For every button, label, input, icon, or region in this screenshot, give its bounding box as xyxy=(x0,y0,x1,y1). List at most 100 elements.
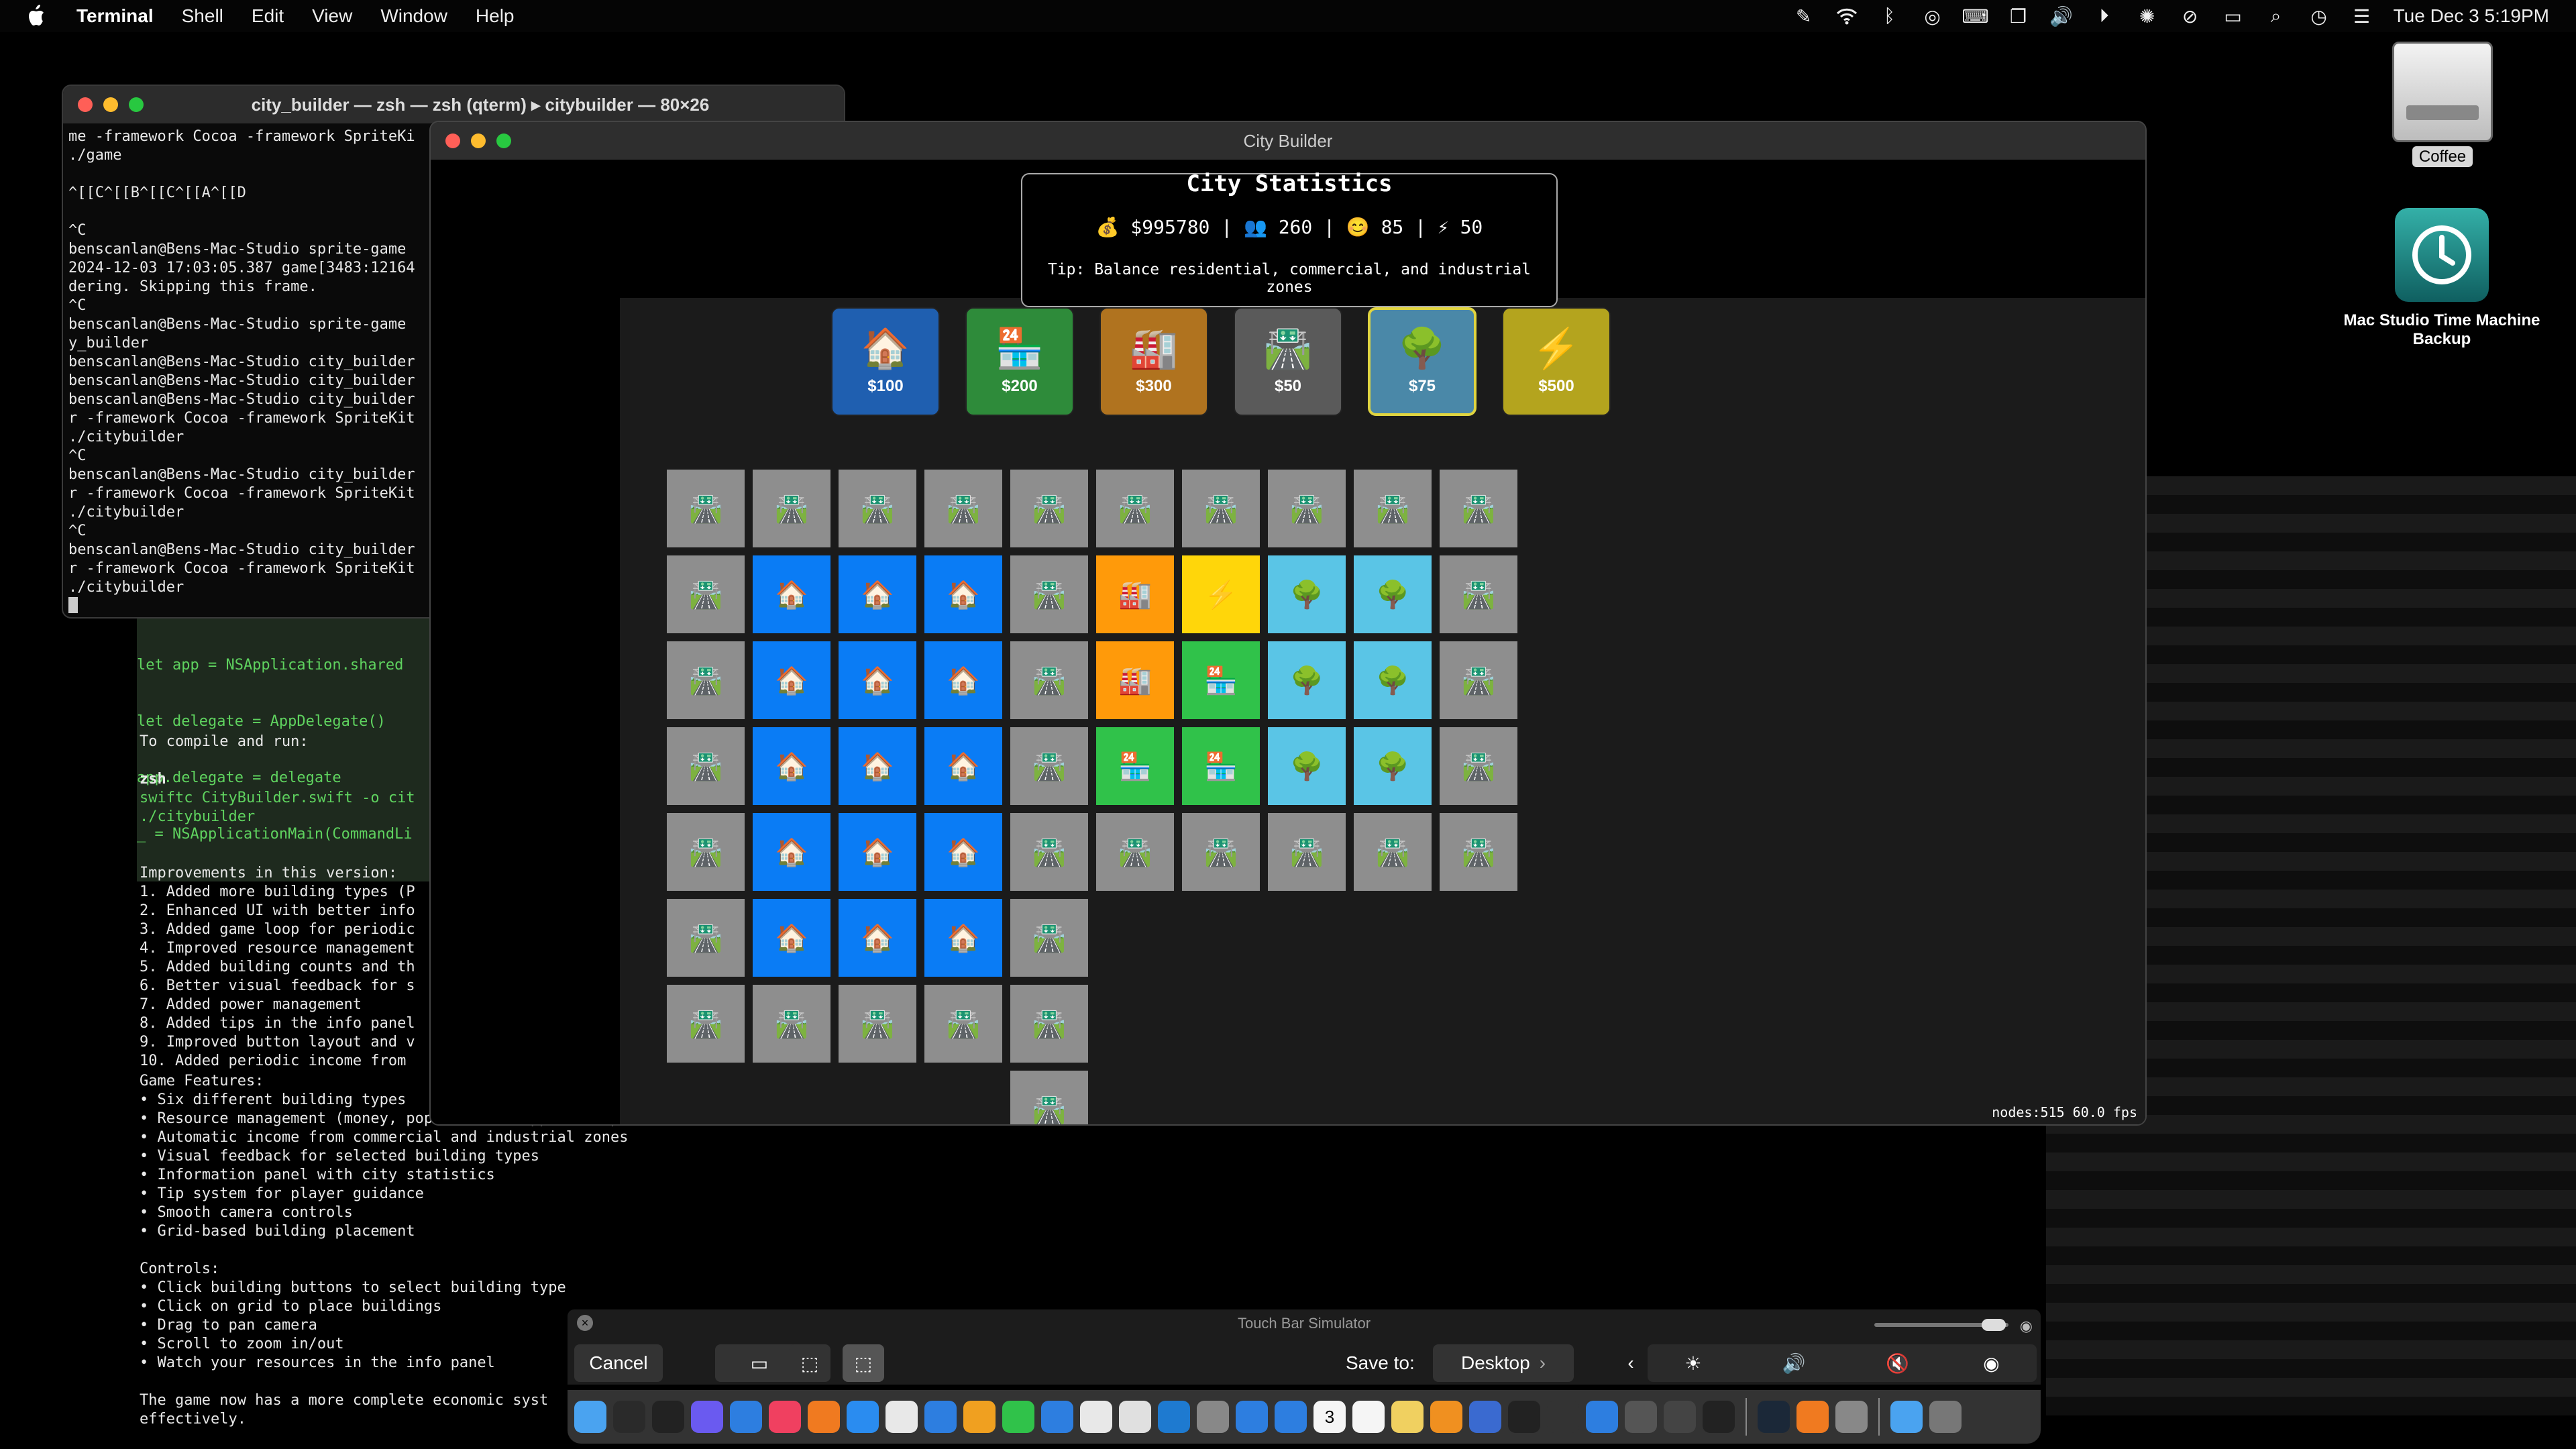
grid-tile[interactable]: 🏠 xyxy=(753,727,830,805)
menu-help[interactable]: Help xyxy=(476,5,515,27)
grid-tile[interactable]: 🛣️ xyxy=(1096,470,1174,547)
wifi-icon[interactable] xyxy=(1835,6,1858,26)
grid-tile[interactable]: 🛣️ xyxy=(1010,1071,1088,1124)
play-icon[interactable]: ⏵ xyxy=(2093,5,2116,26)
grid-tile[interactable]: 🏪 xyxy=(1182,641,1260,719)
store-icon[interactable] xyxy=(1275,1401,1307,1433)
doc-icon[interactable] xyxy=(1119,1401,1151,1433)
clock[interactable]: Tue Dec 3 5:19PM xyxy=(2394,5,2549,27)
screenshot-icon[interactable]: ◉ xyxy=(2020,1318,2033,1335)
activity-icon[interactable] xyxy=(613,1401,645,1433)
grid-tile[interactable]: 🏭 xyxy=(1096,641,1174,719)
building-button[interactable]: 🏠 $100 xyxy=(831,307,940,416)
search-icon[interactable]: ⌕ xyxy=(2265,5,2288,26)
grid-tile[interactable]: ⚡ xyxy=(1182,555,1260,633)
slider-knob[interactable] xyxy=(1982,1319,2006,1331)
reminders-icon[interactable] xyxy=(1352,1401,1385,1433)
music-icon[interactable] xyxy=(769,1401,801,1433)
siri-icon[interactable]: ◉ xyxy=(1983,1352,1999,1375)
bluetooth-icon[interactable]: ᛒ xyxy=(1878,5,1901,26)
game-scene[interactable]: City Statistics 💰 $995780 | 👥 260 | 😊 85… xyxy=(431,160,2145,1124)
building-button[interactable]: ⚡ $500 xyxy=(1502,307,1611,416)
notes-icon[interactable] xyxy=(691,1401,723,1433)
finder-icon[interactable] xyxy=(574,1401,606,1433)
grid-tile[interactable]: 🏠 xyxy=(924,899,1002,977)
grid-tile[interactable]: 🏠 xyxy=(839,813,916,891)
grid-tile[interactable]: 🏠 xyxy=(753,555,830,633)
grid-tile[interactable]: 🌳 xyxy=(1354,641,1432,719)
grid-tile[interactable]: 🛣️ xyxy=(1182,813,1260,891)
safari-icon[interactable] xyxy=(847,1401,879,1433)
grid-tile[interactable]: 🛣️ xyxy=(667,727,745,805)
grid-tile[interactable]: 🛣️ xyxy=(1440,555,1517,633)
grid-tile[interactable]: 🛣️ xyxy=(1010,727,1088,805)
grid-tile[interactable]: 🛣️ xyxy=(667,985,745,1063)
grid-icon[interactable] xyxy=(1547,1401,1579,1433)
pencil-icon[interactable] xyxy=(1430,1401,1462,1433)
steam-icon[interactable] xyxy=(1758,1401,1790,1433)
capture-selection-icon[interactable]: ⬚ xyxy=(843,1344,884,1382)
grid-tile[interactable]: 🛣️ xyxy=(1010,899,1088,977)
search-icon[interactable] xyxy=(1625,1401,1657,1433)
grid-tile[interactable]: 🛣️ xyxy=(1354,813,1432,891)
notes2-icon[interactable] xyxy=(1391,1401,1424,1433)
messages-icon[interactable] xyxy=(1002,1401,1034,1433)
grid-tile[interactable]: 🛣️ xyxy=(1010,641,1088,719)
grid-tile[interactable]: 🏠 xyxy=(753,899,830,977)
grid-tile[interactable]: 🛣️ xyxy=(839,985,916,1063)
grid-tile[interactable]: 🛣️ xyxy=(1010,813,1088,891)
chevron-left-icon[interactable]: ‹ xyxy=(1621,1344,1641,1382)
desktop-icon-coffee[interactable]: Coffee xyxy=(2392,42,2493,167)
grid-tile[interactable]: 🏠 xyxy=(924,727,1002,805)
grid-tile[interactable]: 🛣️ xyxy=(1096,813,1174,891)
grid-tile[interactable]: 🛣️ xyxy=(667,899,745,977)
grid-tile[interactable]: 🛣️ xyxy=(1440,641,1517,719)
menu-edit[interactable]: Edit xyxy=(252,5,284,27)
grid-tile[interactable]: 🏠 xyxy=(753,641,830,719)
grid-tile[interactable]: 🏠 xyxy=(924,555,1002,633)
xcode-like-icon[interactable] xyxy=(730,1401,762,1433)
grid-tile[interactable]: 🏠 xyxy=(839,641,916,719)
building-button[interactable]: 🌳 $75 xyxy=(1368,307,1477,416)
building-button[interactable]: 🏭 $300 xyxy=(1099,307,1208,416)
mute-icon[interactable]: 🔇 xyxy=(1886,1352,1909,1375)
appstore-icon[interactable] xyxy=(1236,1401,1268,1433)
grid-tile[interactable]: 🛣️ xyxy=(667,641,745,719)
brightness-icon[interactable]: ☀ xyxy=(1684,1352,1701,1375)
grid-tile[interactable]: 🛣️ xyxy=(1440,813,1517,891)
xcode-icon[interactable] xyxy=(924,1401,957,1433)
grid-tile[interactable]: 🛣️ xyxy=(1354,470,1432,547)
city-builder-window[interactable]: City Builder City Statistics 💰 $995780 |… xyxy=(429,121,2147,1126)
touch-bar-simulator[interactable]: × Touch Bar Simulator ◉ Cancel ▭ ⬚ ⬚ Sav… xyxy=(568,1309,2041,1385)
window-icon[interactable]: ❐ xyxy=(2007,6,2030,27)
cancel-button[interactable]: Cancel xyxy=(574,1344,663,1382)
grid-tile[interactable]: 🛣️ xyxy=(667,555,745,633)
menu-view[interactable]: View xyxy=(312,5,352,27)
time-machine-icon[interactable]: ◷ xyxy=(2308,6,2330,27)
mail-icon[interactable] xyxy=(1041,1401,1073,1433)
unity-icon[interactable] xyxy=(1703,1401,1735,1433)
terminal-titlebar[interactable]: city_builder — zsh — zsh (qterm) ▸ cityb… xyxy=(63,86,844,123)
menu-app-name[interactable]: Terminal xyxy=(76,5,154,27)
airdrop-icon[interactable]: ◎ xyxy=(1921,6,1944,27)
grid-tile[interactable]: 🛣️ xyxy=(753,985,830,1063)
terminal-icon[interactable] xyxy=(652,1401,684,1433)
game-titlebar[interactable]: City Builder xyxy=(431,122,2145,160)
camera-icon[interactable] xyxy=(1508,1401,1540,1433)
grid-tile[interactable]: 🏠 xyxy=(924,641,1002,719)
grid-tile[interactable]: 🛣️ xyxy=(1010,555,1088,633)
grid-tile[interactable]: 🛣️ xyxy=(924,470,1002,547)
grid-tile[interactable]: 🛣️ xyxy=(1268,813,1346,891)
grid-tile[interactable]: 🏠 xyxy=(839,899,916,977)
grid-tile[interactable]: 🛣️ xyxy=(1268,470,1346,547)
grid-tile[interactable]: 🌳 xyxy=(1268,641,1346,719)
volume-icon[interactable]: 🔊 xyxy=(1782,1352,1805,1375)
grid-tile[interactable]: 🌳 xyxy=(1354,555,1432,633)
trash-icon[interactable] xyxy=(1929,1401,1962,1433)
grid-tile[interactable]: 🏠 xyxy=(839,555,916,633)
chrome-icon[interactable] xyxy=(1080,1401,1112,1433)
grid-tile[interactable]: 🏪 xyxy=(1096,727,1174,805)
grid-tile[interactable]: 🛣️ xyxy=(1440,470,1517,547)
building-button[interactable]: 🛣️ $50 xyxy=(1234,307,1342,416)
volume-icon[interactable]: 🔊 xyxy=(2049,6,2073,27)
